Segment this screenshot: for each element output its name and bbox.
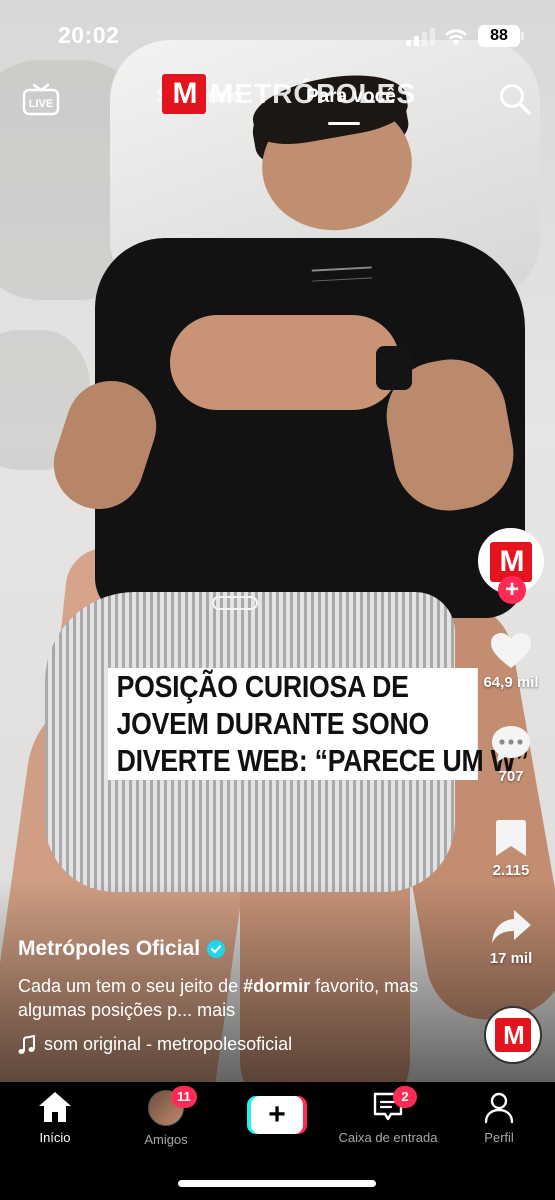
creator-username[interactable]: Metrópoles Oficial: [18, 937, 200, 961]
sound-row[interactable]: som original - metropolesoficial: [18, 1034, 468, 1055]
heart-icon: [491, 633, 531, 668]
share-button[interactable]: 17 mil: [478, 908, 544, 967]
save-count: 2.115: [492, 862, 530, 879]
caption-text[interactable]: Cada um tem o seu jeito de #dormir favor…: [18, 974, 468, 1022]
headline-line-3: DIVERTE WEB: “PARECE UM W”: [108, 742, 529, 780]
live-label: LIVE: [29, 98, 53, 110]
video-hands: [170, 315, 400, 410]
follow-button[interactable]: +: [498, 576, 526, 604]
feed-tabs: Seguindo Para você: [156, 86, 406, 126]
video-player[interactable]: [0, 0, 555, 1082]
plus-icon: +: [251, 1096, 303, 1134]
battery-icon: 88: [478, 25, 524, 47]
music-note-icon: [18, 1034, 35, 1054]
comment-count: 707: [498, 768, 524, 785]
share-icon: [492, 910, 531, 943]
username-row: Metrópoles Oficial: [18, 934, 468, 964]
live-icon[interactable]: LIVE: [22, 82, 60, 116]
like-button[interactable]: 64,9 mil: [478, 632, 544, 691]
save-button[interactable]: 2.115: [478, 818, 544, 879]
nav-inbox[interactable]: Caixa de entrada 2: [333, 1086, 443, 1145]
nav-friends-label: Amigos: [144, 1132, 188, 1147]
nav-home-label: Início: [39, 1130, 71, 1145]
tab-following[interactable]: Seguindo: [156, 86, 243, 108]
home-icon: [39, 1092, 71, 1122]
inbox-badge: 2: [393, 1086, 417, 1108]
headline-line-1: POSIÇÃO CURIOSA DE: [108, 668, 478, 706]
nav-friends[interactable]: Amigos 11: [111, 1086, 221, 1147]
comment-button[interactable]: 707: [478, 724, 544, 785]
cell-signal-icon: [406, 28, 436, 46]
headline-line-2: JOVEM DURANTE SONO: [108, 705, 478, 743]
home-indicator: [178, 1180, 376, 1187]
video-watch: [376, 346, 412, 390]
hashtag-dormir[interactable]: #dormir: [243, 976, 310, 996]
friends-badge: 11: [171, 1086, 197, 1108]
nav-home[interactable]: Início: [0, 1090, 110, 1145]
bookmark-icon: [496, 820, 526, 856]
music-disc[interactable]: M: [484, 1006, 542, 1064]
tab-for-you[interactable]: Para você: [306, 86, 396, 108]
video-caption: Metrópoles Oficial Cada um tem o seu jei…: [18, 934, 468, 1055]
wifi-icon: [445, 29, 467, 45]
verified-icon: [207, 940, 226, 958]
more-link[interactable]: mais: [197, 1000, 235, 1020]
nav-inbox-label: Caixa de entrada: [338, 1130, 438, 1145]
nav-profile-label: Perfil: [484, 1130, 514, 1145]
nav-profile[interactable]: Perfil: [444, 1090, 554, 1145]
caption-text-start: Cada um tem o seu jeito de: [18, 976, 244, 996]
share-count: 17 mil: [489, 950, 533, 967]
profile-icon: [484, 1092, 514, 1124]
like-count: 64,9 mil: [483, 674, 539, 691]
create-button[interactable]: +: [247, 1096, 307, 1134]
shorts-drawstring: [212, 596, 258, 610]
metropoles-logo: M: [495, 1018, 531, 1052]
status-time: 20:02: [58, 22, 120, 48]
comment-icon: [492, 726, 530, 762]
status-bar: 20:02 88: [0, 0, 555, 70]
tab-indicator: [328, 122, 360, 125]
search-icon[interactable]: [498, 82, 532, 116]
sound-name: som original - metropolesoficial: [44, 1034, 293, 1054]
video-headline: POSIÇÃO CURIOSA DE JOVEM DURANTE SONO DI…: [108, 668, 529, 780]
